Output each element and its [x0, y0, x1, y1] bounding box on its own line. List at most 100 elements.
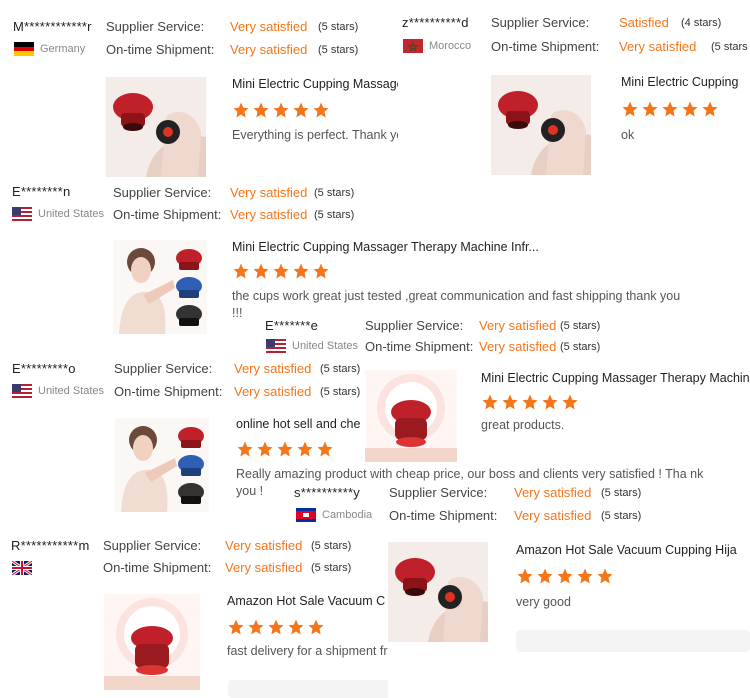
cupping-set-image: [113, 240, 207, 334]
star-icon: [308, 619, 324, 635]
review-card: E*******e United States Supplier Service…: [258, 313, 750, 462]
product-thumbnail[interactable]: [491, 75, 591, 175]
supplier-rating: Very satisfied: [479, 318, 557, 333]
uk-flag-icon: [12, 561, 32, 575]
star-icon: [622, 101, 638, 117]
shipment-rating: Very satisfied: [619, 39, 697, 54]
reviewer-country: United States: [12, 207, 104, 221]
supplier-service-label: Supplier Service:: [365, 318, 464, 333]
reviewer-name: R***********m: [11, 538, 90, 553]
review-text: great products.: [481, 418, 565, 432]
shipment-rating: Very satisfied: [230, 207, 308, 222]
product-thumbnail[interactable]: [388, 542, 488, 642]
usa-flag-icon: [12, 384, 32, 398]
ontime-shipment-label: On-time Shipment:: [389, 508, 498, 523]
supplier-stars: (5 stars): [314, 187, 355, 199]
shipment-stars: (5 stars: [711, 41, 748, 53]
country-label: United States: [292, 340, 359, 352]
shipment-rating: Very satisfied: [479, 339, 557, 354]
star-icon: [517, 568, 533, 584]
supplier-service-label: Supplier Service:: [491, 15, 590, 30]
supplier-service-label: Supplier Service:: [106, 19, 205, 34]
supplier-rating: Satisfied: [619, 15, 669, 30]
product-title[interactable]: Mini Electric Cupping: [621, 75, 750, 89]
shipment-stars: (5 stars): [314, 209, 355, 221]
shipment-stars: (5 stars): [318, 44, 359, 56]
star-icon: [502, 394, 518, 410]
reviewer-country: United States: [12, 384, 104, 398]
star-icon: [273, 102, 289, 118]
star-icon: [253, 102, 269, 118]
review-card: E********n United States Supplier Servic…: [0, 180, 700, 334]
product-title[interactable]: Amazon Hot Sale Vacuum C: [227, 594, 389, 608]
product-thumbnail[interactable]: [115, 418, 209, 512]
cupping-device-image: [388, 542, 488, 642]
product-title[interactable]: Mini Electric Cupping Massager Therapy M…: [481, 371, 750, 385]
review-card: s**********y Cambodia Supplier Service: …: [290, 478, 670, 528]
morocco-flag-icon: [403, 39, 423, 53]
star-icon: [642, 101, 658, 117]
shipment-rating: Very satisfied: [230, 42, 308, 57]
product-thumbnail[interactable]: [365, 370, 457, 462]
product-thumbnail[interactable]: [106, 77, 206, 177]
shipment-rating: Very satisfied: [225, 560, 303, 575]
cupping-device-image: [106, 77, 206, 177]
supplier-stars: (5 stars): [560, 320, 601, 332]
country-label: Morocco: [429, 40, 472, 52]
cupping-device-image: [104, 594, 200, 690]
star-icon: [273, 263, 289, 279]
shipment-stars: (5 stars): [311, 562, 352, 574]
reviewer-name: E*******e: [265, 318, 319, 333]
star-icon: [577, 568, 593, 584]
germany-flag-icon: [14, 42, 34, 56]
star-icon: [702, 101, 718, 117]
rating-stars: [621, 100, 719, 118]
supplier-rating: Very satisfied: [230, 19, 308, 34]
rating-stars: [232, 262, 330, 280]
product-thumbnail[interactable]: [104, 594, 200, 690]
supplier-service-label: Supplier Service:: [103, 538, 202, 553]
review-card: z**********d Morocco Supplier Service: S…: [398, 0, 750, 180]
star-icon: [562, 394, 578, 410]
supplier-service-label: Supplier Service:: [113, 185, 212, 200]
star-icon: [313, 102, 329, 118]
reviewer-country: [12, 561, 32, 575]
shipment-rating: Very satisfied: [514, 508, 592, 523]
star-icon: [662, 101, 678, 117]
reviewer-country: United States: [266, 339, 358, 353]
shipment-stars: (5 stars): [601, 510, 642, 522]
product-thumbnail[interactable]: [113, 240, 207, 334]
star-icon: [522, 394, 538, 410]
supplier-rating: Very satisfied: [514, 485, 592, 500]
product-title[interactable]: Amazon Hot Sale Vacuum Cupping Hija: [516, 543, 750, 557]
country-label: United States: [38, 208, 105, 220]
star-icon: [288, 619, 304, 635]
review-text: ok: [621, 128, 635, 142]
reviewer-country: Cambodia: [296, 508, 372, 522]
star-icon: [248, 619, 264, 635]
cupping-device-image: [491, 75, 591, 175]
star-icon: [293, 263, 309, 279]
reviewer-name: z**********d: [402, 15, 469, 30]
supplier-rating: Very satisfied: [225, 538, 303, 553]
product-title[interactable]: Mini Electric Cupping Massager Therapy M…: [232, 240, 552, 254]
star-icon: [228, 619, 244, 635]
ontime-shipment-label: On-time Shipment:: [113, 207, 222, 222]
country-label: Cambodia: [322, 509, 373, 521]
supplier-service-label: Supplier Service:: [114, 361, 213, 376]
star-icon: [597, 568, 613, 584]
supplier-rating: Very satisfied: [230, 185, 308, 200]
supplier-stars: (5 stars): [311, 540, 352, 552]
star-icon: [237, 441, 253, 457]
country-label: United States: [38, 385, 105, 397]
star-icon: [557, 568, 573, 584]
shipment-stars: (5 stars): [560, 341, 601, 353]
reviewer-name: E********n: [12, 184, 71, 199]
usa-flag-icon: [266, 339, 286, 353]
review-text: very good: [516, 595, 571, 609]
ontime-shipment-label: On-time Shipment:: [365, 339, 474, 354]
reviewer-name: s**********y: [294, 485, 360, 500]
ontime-shipment-label: On-time Shipment:: [491, 39, 600, 54]
star-icon: [293, 102, 309, 118]
star-icon: [482, 394, 498, 410]
